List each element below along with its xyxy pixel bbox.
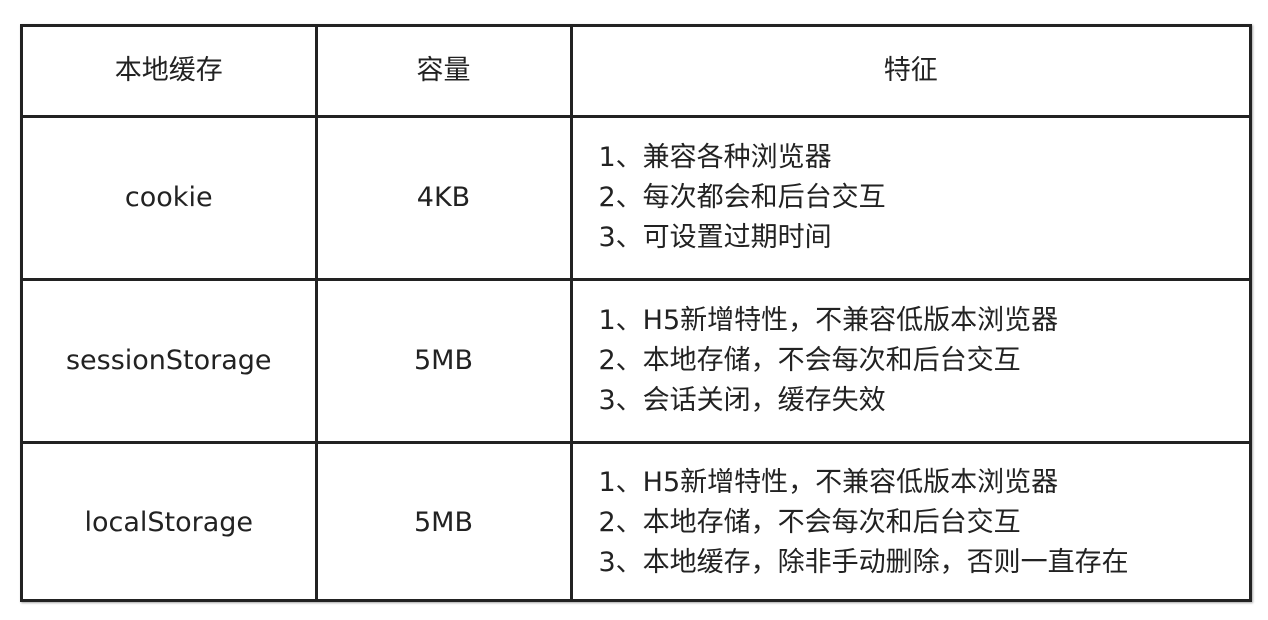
table-header-row: 本地缓存 容量 特征: [23, 27, 1249, 118]
storage-comparison-table: 本地缓存 容量 特征 cookie 4KB 1、兼容各种浏览器 2、每次都会和后…: [20, 24, 1252, 602]
feature-line: 2、本地存储，不会每次和后台交互: [598, 506, 1021, 538]
cell-storage-name: localStorage: [23, 440, 318, 602]
header-capacity: 容量: [314, 27, 573, 118]
header-storage-type: 本地缓存: [23, 27, 318, 118]
table-row-local-storage: localStorage 5MB 1、H5新增特性，不兼容低版本浏览器 2、本地…: [23, 440, 1249, 602]
cell-storage-name: sessionStorage: [23, 277, 318, 444]
cell-capacity: 5MB: [314, 277, 573, 444]
feature-line: 1、兼容各种浏览器: [598, 141, 832, 173]
table-row-cookie: cookie 4KB 1、兼容各种浏览器 2、每次都会和后台交互 3、可设置过期…: [23, 114, 1249, 281]
cell-features: 1、兼容各种浏览器 2、每次都会和后台交互 3、可设置过期时间: [569, 114, 1249, 281]
cell-capacity: 4KB: [314, 114, 573, 281]
cell-storage-name: cookie: [23, 114, 318, 281]
cell-features: 1、H5新增特性，不兼容低版本浏览器 2、本地存储，不会每次和后台交互 3、本地…: [569, 440, 1249, 602]
cell-features: 1、H5新增特性，不兼容低版本浏览器 2、本地存储，不会每次和后台交互 3、会话…: [569, 277, 1249, 444]
feature-line: 2、本地存储，不会每次和后台交互: [598, 344, 1021, 376]
feature-line: 1、H5新增特性，不兼容低版本浏览器: [598, 466, 1059, 498]
feature-line: 1、H5新增特性，不兼容低版本浏览器: [598, 304, 1059, 336]
feature-line: 3、本地缓存，除非手动删除，否则一直存在: [598, 546, 1129, 578]
header-features: 特征: [569, 27, 1249, 118]
feature-line: 2、每次都会和后台交互: [598, 181, 886, 213]
feature-line: 3、会话关闭，缓存失效: [598, 384, 886, 416]
feature-line: 3、可设置过期时间: [598, 221, 832, 253]
comparison-table: 本地缓存 容量 特征 cookie 4KB 1、兼容各种浏览器 2、每次都会和后…: [23, 27, 1249, 602]
cell-capacity: 5MB: [314, 440, 573, 602]
table-row-session-storage: sessionStorage 5MB 1、H5新增特性，不兼容低版本浏览器 2、…: [23, 277, 1249, 444]
